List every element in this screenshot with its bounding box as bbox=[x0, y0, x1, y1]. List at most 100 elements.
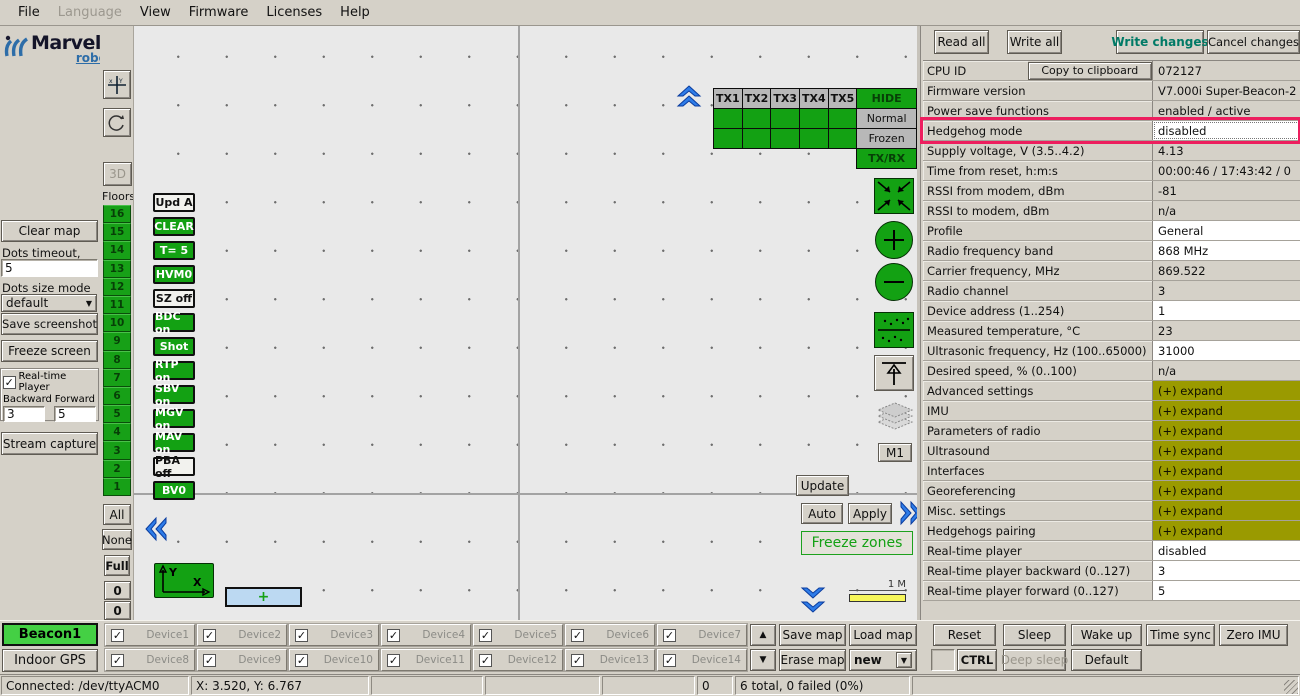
write-all-button[interactable]: Write all bbox=[1007, 30, 1062, 54]
tx-cell[interactable] bbox=[771, 109, 800, 129]
device-checkbox[interactable]: ✓ bbox=[479, 654, 492, 667]
tx-hide-button[interactable]: HIDE bbox=[857, 89, 917, 109]
chevron-down-icon[interactable] bbox=[799, 586, 827, 616]
update-button[interactable]: Update bbox=[796, 475, 849, 496]
tx-header-tx3[interactable]: TX3 bbox=[771, 89, 800, 109]
ctrl-button[interactable]: CTRL bbox=[957, 649, 997, 671]
indoor-gps-tab[interactable]: Indoor GPS bbox=[2, 649, 98, 672]
move-up-icon[interactable] bbox=[874, 355, 914, 391]
backward-input[interactable]: 3 bbox=[3, 406, 45, 422]
dots-timeout-input[interactable]: 5 bbox=[1, 259, 98, 277]
device-cell-device7[interactable]: ✓Device7 bbox=[657, 624, 747, 646]
setting-value[interactable]: 1 bbox=[1153, 301, 1300, 320]
map-button-shot[interactable]: Shot bbox=[153, 337, 195, 356]
collapse-up-icon[interactable] bbox=[675, 84, 703, 112]
realtime-player-checkbox[interactable]: ✓ bbox=[3, 376, 16, 389]
tx-cell[interactable] bbox=[742, 129, 771, 149]
device-cell-device13[interactable]: ✓Device13 bbox=[565, 649, 655, 671]
floor-13[interactable]: 13 bbox=[103, 260, 131, 278]
setting-value[interactable]: (+) expand bbox=[1153, 381, 1300, 400]
device-cell-device1[interactable]: ✓Device1 bbox=[105, 624, 195, 646]
freeze-zones-button[interactable]: Freeze zones bbox=[801, 531, 913, 555]
setting-value[interactable]: (+) expand bbox=[1153, 401, 1300, 420]
beacon-tab[interactable]: Beacon1 bbox=[2, 623, 98, 646]
zoom-out-icon[interactable] bbox=[875, 263, 913, 301]
device-list-up-button[interactable]: ▲ bbox=[750, 624, 776, 646]
setting-value[interactable]: (+) expand bbox=[1153, 501, 1300, 520]
device-checkbox[interactable]: ✓ bbox=[295, 654, 308, 667]
tx-header-tx4[interactable]: TX4 bbox=[799, 89, 828, 109]
map-button-pba-off[interactable]: PBA off bbox=[153, 457, 195, 476]
tx-header-tx1[interactable]: TX1 bbox=[714, 89, 743, 109]
device-checkbox[interactable]: ✓ bbox=[571, 654, 584, 667]
setting-value[interactable]: disabled bbox=[1153, 541, 1300, 560]
device-list-down-button[interactable]: ▼ bbox=[750, 649, 776, 671]
auto-button[interactable]: Auto bbox=[801, 503, 843, 524]
write-changes-button[interactable]: Write changes bbox=[1116, 30, 1204, 54]
tx-cell[interactable] bbox=[828, 129, 857, 149]
tx-cell[interactable] bbox=[771, 129, 800, 149]
floor-11[interactable]: 11 bbox=[103, 296, 131, 314]
tx-header-tx2[interactable]: TX2 bbox=[742, 89, 771, 109]
setting-value[interactable]: (+) expand bbox=[1153, 521, 1300, 540]
menu-item-help[interactable]: Help bbox=[331, 1, 379, 24]
floor-5[interactable]: 5 bbox=[103, 405, 131, 423]
floors-all-button[interactable]: All bbox=[103, 504, 131, 525]
tx-frozen-button[interactable]: Frozen bbox=[857, 129, 917, 149]
device-checkbox[interactable]: ✓ bbox=[387, 629, 400, 642]
device-checkbox[interactable]: ✓ bbox=[571, 629, 584, 642]
setting-value[interactable]: (+) expand bbox=[1153, 441, 1300, 460]
map-button-rtp-on[interactable]: RTP on bbox=[153, 361, 195, 380]
floor-4[interactable]: 4 bbox=[103, 423, 131, 441]
floor-16[interactable]: 16 bbox=[103, 205, 131, 223]
floor-10[interactable]: 10 bbox=[103, 314, 131, 332]
setting-value[interactable]: 3 bbox=[1153, 561, 1300, 580]
layers-icon[interactable] bbox=[872, 401, 917, 441]
device-checkbox[interactable]: ✓ bbox=[295, 629, 308, 642]
setting-value[interactable]: 5 bbox=[1153, 581, 1300, 600]
device-cell-device2[interactable]: ✓Device2 bbox=[197, 624, 287, 646]
resize-grip[interactable] bbox=[1284, 680, 1298, 694]
apply-button[interactable]: Apply bbox=[848, 503, 892, 524]
tx-cell[interactable] bbox=[799, 129, 828, 149]
floor-spin-bottom[interactable]: 0 bbox=[104, 601, 131, 620]
map-select-dropdown[interactable]: new ▼ bbox=[849, 649, 917, 671]
device-cell-device10[interactable]: ✓Device10 bbox=[289, 649, 379, 671]
zoom-in-icon[interactable] bbox=[875, 221, 913, 259]
floors-none-button[interactable]: None bbox=[102, 529, 132, 550]
floor-8[interactable]: 8 bbox=[103, 351, 131, 369]
device-checkbox[interactable]: ✓ bbox=[663, 629, 676, 642]
device-cell-device3[interactable]: ✓Device3 bbox=[289, 624, 379, 646]
forward-input[interactable]: 5 bbox=[54, 406, 96, 422]
wake-up-button[interactable]: Wake up bbox=[1071, 624, 1142, 646]
reset-button[interactable]: Reset bbox=[933, 624, 996, 646]
menu-item-view[interactable]: View bbox=[131, 1, 180, 24]
m1-button[interactable]: M1 bbox=[878, 443, 912, 462]
setting-value[interactable]: disabled bbox=[1153, 121, 1300, 140]
device-cell-device4[interactable]: ✓Device4 bbox=[381, 624, 471, 646]
ctrl-checkbox[interactable] bbox=[931, 649, 955, 671]
tx-cell[interactable] bbox=[714, 109, 743, 129]
freeze-screen-button[interactable]: Freeze screen bbox=[1, 340, 98, 362]
setting-value[interactable]: (+) expand bbox=[1153, 421, 1300, 440]
save-screenshot-button[interactable]: Save screenshot bbox=[1, 313, 98, 335]
read-all-button[interactable]: Read all bbox=[934, 30, 989, 54]
map-button-mgv-on[interactable]: MGV on bbox=[153, 409, 195, 428]
map-button-sbv-on[interactable]: SBV on bbox=[153, 385, 195, 404]
tx-normal-button[interactable]: Normal bbox=[857, 109, 917, 129]
tx-cell[interactable] bbox=[799, 109, 828, 129]
map-button-hvm0[interactable]: HVM0 bbox=[153, 265, 195, 284]
chevron-left-icon[interactable] bbox=[144, 515, 172, 543]
cancel-changes-button[interactable]: Cancel changes bbox=[1207, 30, 1300, 54]
floor-15[interactable]: 15 bbox=[103, 223, 131, 241]
view-3d-button[interactable]: 3D bbox=[103, 162, 132, 186]
floor-9[interactable]: 9 bbox=[103, 332, 131, 350]
time-sync-button[interactable]: Time sync bbox=[1146, 624, 1215, 646]
save-map-button[interactable]: Save map bbox=[779, 624, 846, 646]
dots-view-icon[interactable] bbox=[874, 312, 914, 348]
device-checkbox[interactable]: ✓ bbox=[203, 629, 216, 642]
menu-item-licenses[interactable]: Licenses bbox=[257, 1, 331, 24]
setting-value[interactable]: General bbox=[1153, 221, 1300, 240]
device-cell-device8[interactable]: ✓Device8 bbox=[105, 649, 195, 671]
stream-capture-button[interactable]: Stream capture bbox=[1, 432, 98, 455]
